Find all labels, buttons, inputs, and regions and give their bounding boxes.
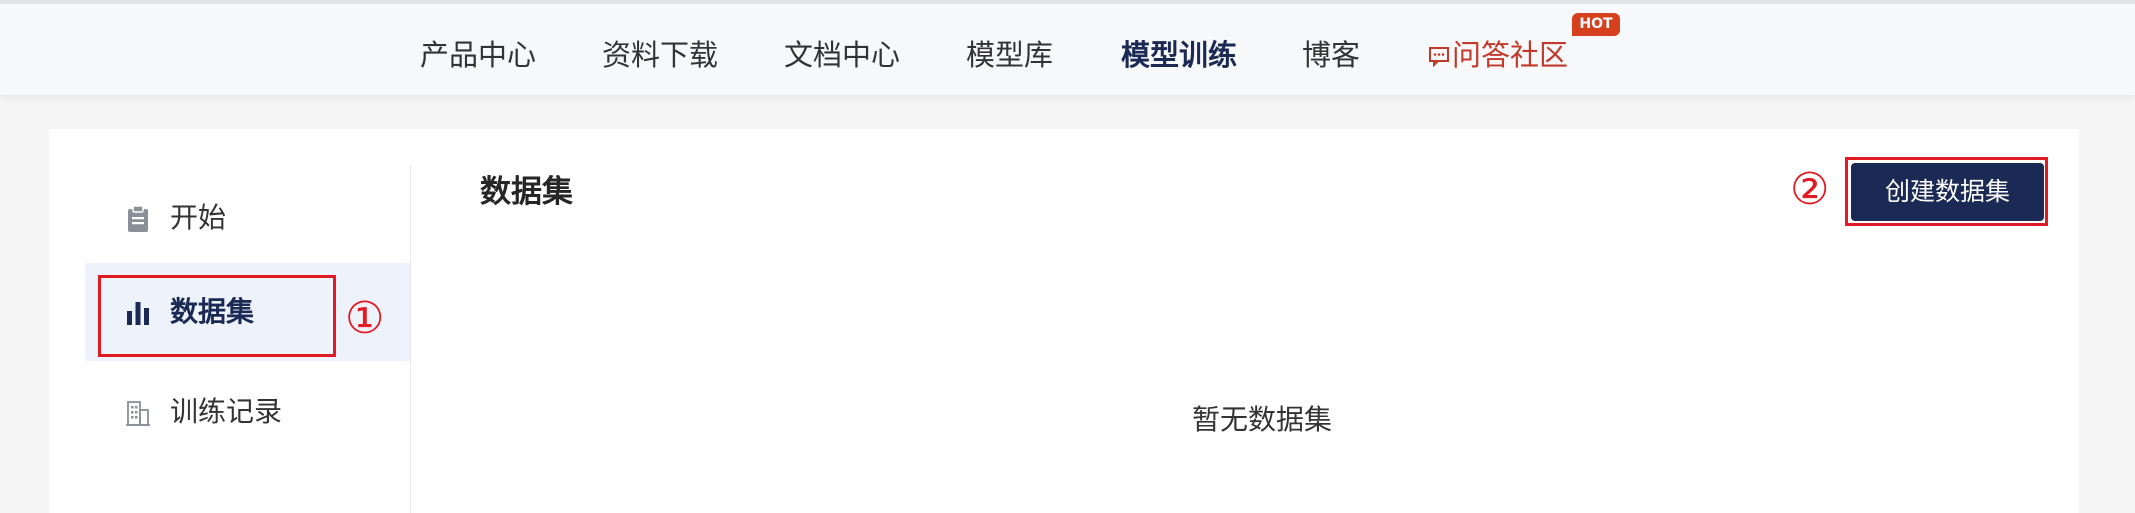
sidebar-divider [410, 165, 411, 513]
sidebar-item-start[interactable]: 开始 [85, 169, 410, 267]
top-navigation-bar: 产品中心 资料下载 文档中心 模型库 模型训练 博客 问答社区 HOT [0, 0, 2135, 95]
create-dataset-button[interactable]: 创建数据集 [1851, 163, 2044, 221]
hot-badge: HOT [1572, 13, 1620, 36]
building-icon [126, 401, 150, 426]
clipboard-icon [128, 205, 148, 232]
chat-icon [1429, 47, 1449, 68]
bar-chart-icon [127, 302, 149, 325]
nav-item-model-training[interactable]: 模型训练 [1121, 34, 1237, 76]
nav-item-model-library[interactable]: 模型库 [966, 34, 1053, 76]
sidebar-item-training-records[interactable]: 训练记录 [85, 363, 410, 461]
nav-item-downloads[interactable]: 资料下载 [602, 34, 718, 76]
nav-item-products[interactable]: 产品中心 [420, 34, 536, 76]
empty-state-text: 暂无数据集 [1192, 403, 1333, 436]
annotation-marker-2: ② [1790, 164, 1830, 215]
sidebar-item-label: 开始 [170, 201, 227, 234]
nav-item-community[interactable]: 问答社区 [1428, 34, 1568, 76]
nav-item-docs[interactable]: 文档中心 [784, 34, 900, 76]
sidebar-item-label: 训练记录 [170, 395, 283, 428]
annotation-marker-1: ① [345, 293, 385, 344]
page-title: 数据集 [480, 174, 573, 210]
nav-item-community-label: 问答社区 [1452, 38, 1569, 72]
nav-item-blog[interactable]: 博客 [1302, 34, 1360, 76]
sidebar-item-label: 数据集 [170, 295, 255, 328]
